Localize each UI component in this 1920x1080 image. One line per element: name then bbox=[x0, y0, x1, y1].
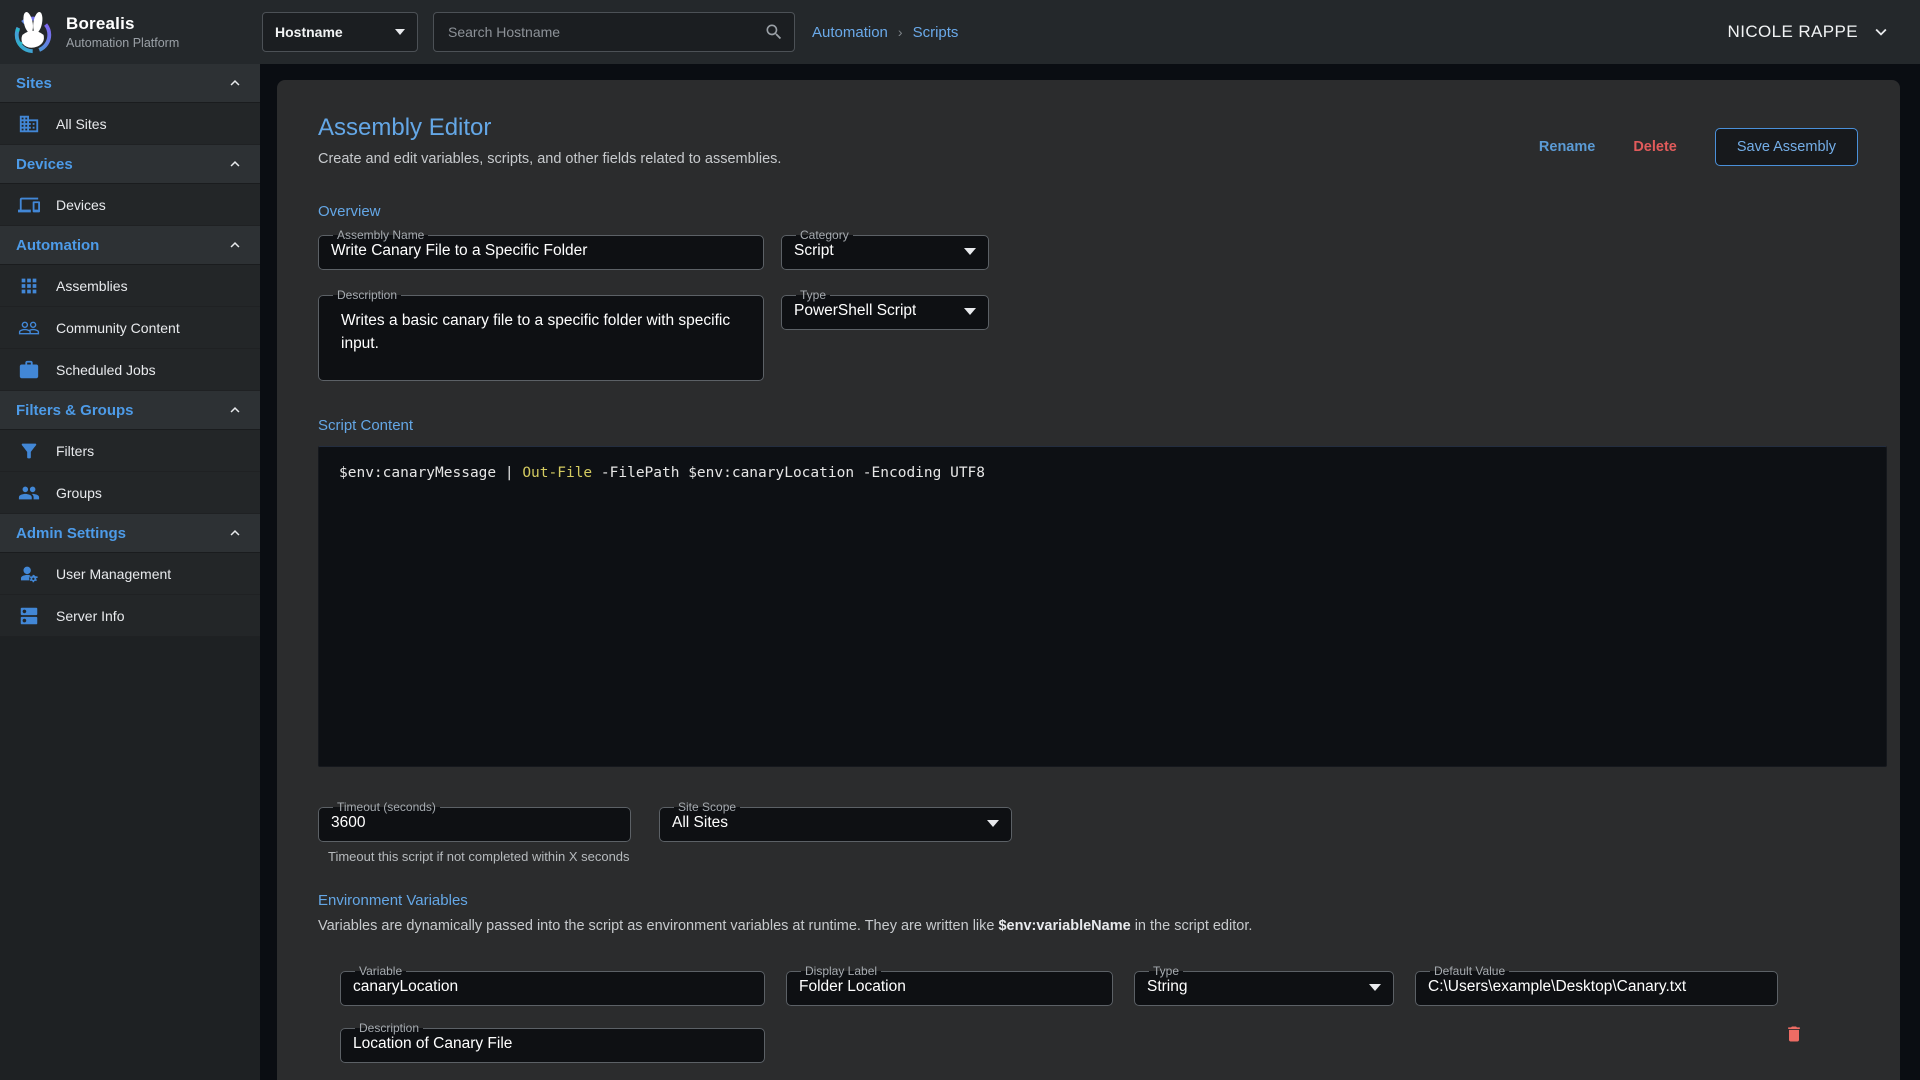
default-value-field[interactable]: Default Value C:\Users\example\Desktop\C… bbox=[1415, 965, 1778, 1006]
assembly-name-value: Write Canary File to a Specific Folder bbox=[331, 242, 751, 260]
chevron-up-icon bbox=[226, 155, 244, 173]
sidebar-section-devices[interactable]: Devices bbox=[0, 145, 260, 184]
building-icon bbox=[18, 113, 40, 135]
brand-subtitle: Automation Platform bbox=[66, 36, 179, 50]
hostname-select-value: Hostname bbox=[275, 24, 343, 40]
display-label-value: Folder Location bbox=[799, 978, 1100, 996]
timeout-helper-text: Timeout this script if not completed wit… bbox=[328, 849, 631, 864]
sidebar-section-filters-groups[interactable]: Filters & Groups bbox=[0, 391, 260, 430]
sidebar-item-devices[interactable]: Devices bbox=[0, 184, 260, 226]
breadcrumb-scripts[interactable]: Scripts bbox=[913, 24, 959, 41]
briefcase-icon bbox=[18, 359, 40, 381]
category-select[interactable]: Category Script bbox=[781, 229, 989, 270]
sidebar-item-assemblies[interactable]: Assemblies bbox=[0, 265, 260, 307]
chevron-down-icon bbox=[964, 308, 976, 315]
code-keyword: Out-File bbox=[522, 465, 592, 481]
hostname-select[interactable]: Hostname bbox=[262, 12, 418, 52]
code-segment: $env:canaryMessage | bbox=[339, 465, 522, 481]
chevron-down-icon bbox=[1870, 21, 1892, 43]
main-content: Assembly Editor Create and edit variable… bbox=[260, 64, 1920, 1080]
variable-type-value: String bbox=[1147, 978, 1188, 996]
user-gear-icon bbox=[18, 563, 40, 585]
timeout-field[interactable]: Timeout (seconds) 3600 bbox=[318, 801, 631, 842]
sidebar-item-groups[interactable]: Groups bbox=[0, 472, 260, 514]
chevron-up-icon bbox=[226, 236, 244, 254]
delete-button[interactable]: Delete bbox=[1633, 139, 1677, 155]
sidebar-item-community-content[interactable]: Community Content bbox=[0, 307, 260, 349]
sidebar-item-filters[interactable]: Filters bbox=[0, 430, 260, 472]
variable-type-select[interactable]: Type String bbox=[1134, 965, 1394, 1006]
script-content-section-label: Script Content bbox=[318, 417, 1870, 434]
sidebar-item-scheduled-jobs[interactable]: Scheduled Jobs bbox=[0, 349, 260, 391]
assembly-editor-card: Assembly Editor Create and edit variable… bbox=[277, 80, 1900, 1080]
code-segment: -FilePath $env:canaryLocation -Encoding … bbox=[592, 465, 985, 481]
default-value-value: C:\Users\example\Desktop\Canary.txt bbox=[1428, 978, 1765, 996]
chevron-up-icon bbox=[226, 401, 244, 419]
top-bar: Borealis Automation Platform Hostname Au… bbox=[0, 0, 1920, 64]
sidebar-item-all-sites[interactable]: All Sites bbox=[0, 103, 260, 145]
sidebar-item-user-management[interactable]: User Management bbox=[0, 553, 260, 595]
variable-name-value: canaryLocation bbox=[353, 978, 752, 996]
server-icon bbox=[18, 605, 40, 627]
site-scope-select[interactable]: Site Scope All Sites bbox=[659, 801, 1012, 842]
funnel-icon bbox=[18, 440, 40, 462]
sidebar-section-admin-settings[interactable]: Admin Settings bbox=[0, 514, 260, 553]
sidebar-section-automation[interactable]: Automation bbox=[0, 226, 260, 265]
user-name: NICOLE RAPPE bbox=[1728, 22, 1858, 42]
people-outline-icon bbox=[18, 317, 40, 339]
timeout-value: 3600 bbox=[331, 814, 618, 832]
display-label-field[interactable]: Display Label Folder Location bbox=[786, 965, 1113, 1006]
env-variable-code: $env:variableName bbox=[998, 918, 1130, 934]
breadcrumb-separator: › bbox=[898, 24, 903, 40]
brand-name: Borealis bbox=[66, 14, 179, 34]
groups-icon bbox=[18, 482, 40, 504]
sidebar-section-sites[interactable]: Sites bbox=[0, 64, 260, 103]
grid-icon bbox=[18, 275, 40, 297]
chevron-down-icon bbox=[964, 248, 976, 255]
type-value: PowerShell Script bbox=[794, 302, 916, 320]
rename-button[interactable]: Rename bbox=[1539, 139, 1595, 155]
category-value: Script bbox=[794, 242, 834, 260]
search-icon[interactable] bbox=[764, 22, 784, 42]
page-subtitle: Create and edit variables, scripts, and … bbox=[318, 151, 781, 167]
brand: Borealis Automation Platform bbox=[0, 9, 250, 55]
description-value: Writes a basic canary file to a specific… bbox=[331, 302, 731, 356]
assembly-name-field[interactable]: Assembly Name Write Canary File to a Spe… bbox=[318, 229, 764, 270]
chevron-down-icon bbox=[987, 820, 999, 827]
trash-icon[interactable] bbox=[1784, 1023, 1804, 1045]
user-menu[interactable]: NICOLE RAPPE bbox=[1728, 21, 1892, 43]
page-title: Assembly Editor bbox=[318, 114, 781, 142]
search-box[interactable] bbox=[433, 12, 795, 52]
borealis-logo-icon bbox=[10, 9, 56, 55]
env-variables-description: Variables are dynamically passed into th… bbox=[318, 918, 1870, 934]
breadcrumb: Automation › Scripts bbox=[812, 24, 958, 41]
devices-icon bbox=[18, 194, 40, 216]
variable-description-value: Location of Canary File bbox=[353, 1035, 752, 1053]
sidebar-item-server-info[interactable]: Server Info bbox=[0, 595, 260, 637]
chevron-up-icon bbox=[226, 524, 244, 542]
breadcrumb-automation[interactable]: Automation bbox=[812, 24, 888, 41]
sidebar: Sites All Sites Devices Devices Automati… bbox=[0, 64, 260, 1080]
type-select[interactable]: Type PowerShell Script bbox=[781, 289, 989, 330]
chevron-up-icon bbox=[226, 74, 244, 92]
chevron-down-icon bbox=[395, 29, 405, 35]
script-code-editor[interactable]: $env:canaryMessage | Out-File -FilePath … bbox=[318, 446, 1887, 767]
site-scope-value: All Sites bbox=[672, 814, 728, 832]
env-variables-section-label: Environment Variables bbox=[318, 892, 1870, 909]
variable-description-field[interactable]: Description Location of Canary File bbox=[340, 1022, 765, 1063]
search-input[interactable] bbox=[448, 24, 764, 40]
save-assembly-button[interactable]: Save Assembly bbox=[1715, 128, 1858, 166]
overview-section-label: Overview bbox=[318, 203, 1870, 220]
chevron-down-icon bbox=[1369, 984, 1381, 991]
variable-name-field[interactable]: Variable canaryLocation bbox=[340, 965, 765, 1006]
description-field[interactable]: Description Writes a basic canary file t… bbox=[318, 289, 764, 381]
environment-variable-row: Variable canaryLocation Display Label Fo… bbox=[318, 965, 1870, 1080]
